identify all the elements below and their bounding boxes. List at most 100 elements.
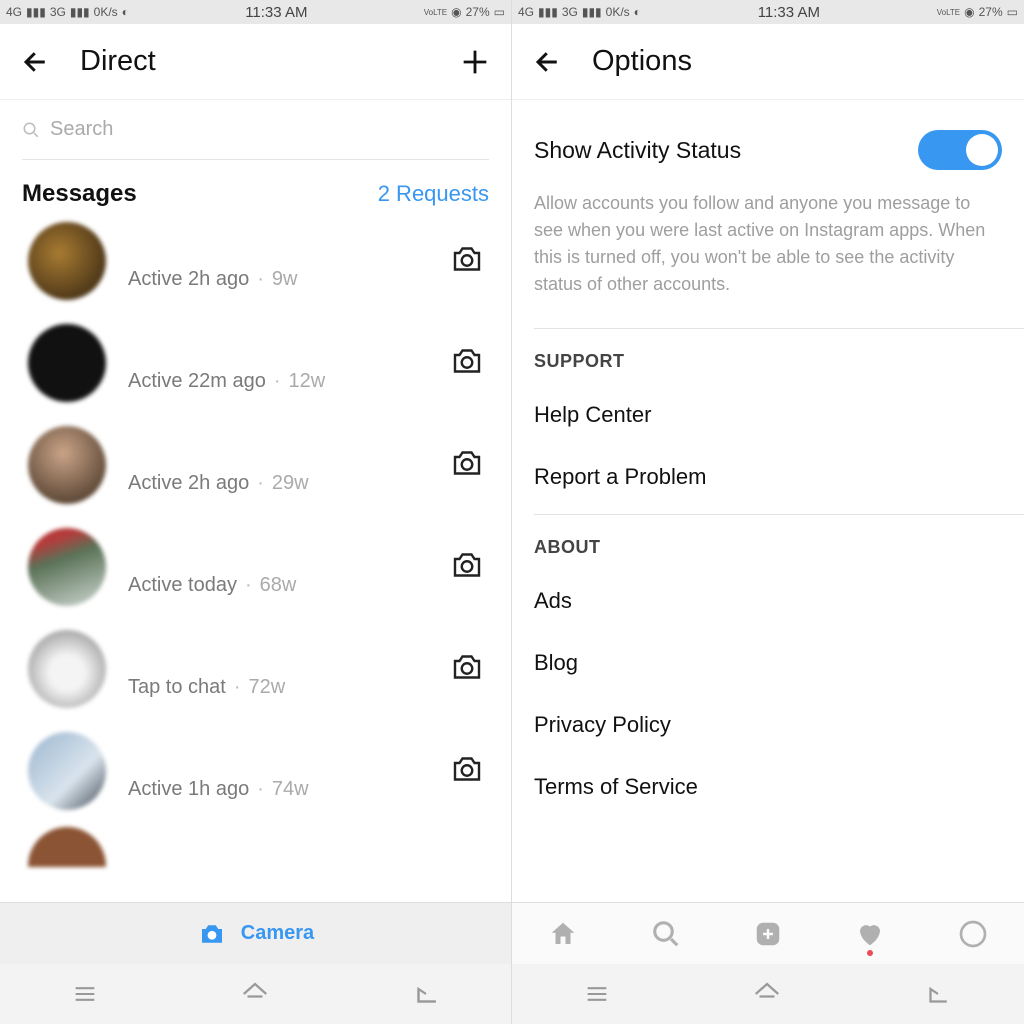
activity-status-row[interactable]: Show Activity Status [512, 110, 1024, 190]
avatar[interactable] [28, 528, 106, 606]
network-4g-label: 4G [6, 5, 22, 19]
sync-icon: ◐ [634, 5, 641, 19]
search-tab[interactable] [648, 916, 684, 952]
battery-icon: ▭ [494, 5, 505, 19]
network-4g-label: 4G [518, 5, 534, 19]
compose-button[interactable] [457, 44, 493, 80]
activity-status: Active 22m ago [128, 370, 266, 393]
about-heading: ABOUT [512, 515, 1024, 570]
camera-filled-icon [197, 919, 227, 949]
activity-status: Active 2h ago [128, 268, 249, 291]
ads-item[interactable]: Ads [512, 570, 1024, 632]
camera-icon[interactable] [449, 343, 489, 383]
requests-link[interactable]: 2 Requests [378, 181, 489, 207]
direct-screen: 4G ▮▮▮ 3G ▮▮▮ 0K/s ◐ 11:33 AM VoLTE ◉ 27… [0, 0, 512, 1024]
recent-apps-button[interactable] [583, 980, 611, 1008]
options-list[interactable]: Show Activity Status Allow accounts you … [512, 100, 1024, 1024]
status-bar: 4G ▮▮▮ 3G ▮▮▮ 0K/s ◐ 11:33 AM VoLTE ◉ 27… [512, 0, 1024, 24]
notification-dot-icon [867, 950, 873, 956]
net-speed: 0K/s [606, 5, 630, 19]
back-nav-button[interactable] [411, 979, 441, 1009]
status-bar: 4G ▮▮▮ 3G ▮▮▮ 0K/s ◐ 11:33 AM VoLTE ◉ 27… [0, 0, 511, 24]
network-3g-label: 3G [50, 5, 66, 19]
avatar[interactable] [28, 426, 106, 504]
camera-icon[interactable] [449, 751, 489, 791]
net-speed: 0K/s [94, 5, 118, 19]
android-nav [0, 964, 511, 1024]
message-row[interactable]: Active today·68w [0, 516, 511, 618]
activity-status: Tap to chat [128, 676, 226, 699]
timestamp: 74w [272, 778, 309, 801]
activity-tab[interactable] [852, 916, 888, 952]
timestamp: 12w [289, 370, 326, 393]
activity-status-desc: Allow accounts you follow and anyone you… [512, 190, 1024, 322]
home-tab[interactable] [545, 916, 581, 952]
search-bar[interactable]: Search [0, 100, 511, 170]
timestamp: 68w [260, 574, 297, 597]
home-button[interactable] [240, 979, 270, 1009]
page-title: Direct [80, 45, 156, 78]
back-nav-button[interactable] [923, 979, 953, 1009]
message-row[interactable]: Tap to chat·72w [0, 618, 511, 720]
options-header: Options [512, 24, 1024, 100]
avatar[interactable] [28, 222, 106, 300]
sync-icon: ◐ [122, 5, 129, 19]
message-row[interactable]: Active 2h ago·9w [0, 210, 511, 312]
timestamp: 9w [272, 268, 298, 291]
timestamp: 72w [249, 676, 286, 699]
camera-icon[interactable] [449, 241, 489, 281]
avatar[interactable] [28, 827, 106, 867]
signal-icon: ▮▮▮ [26, 5, 46, 19]
report-problem-item[interactable]: Report a Problem [512, 446, 1024, 508]
help-center-item[interactable]: Help Center [512, 384, 1024, 446]
activity-status: Active 1h ago [128, 778, 249, 801]
privacy-policy-item[interactable]: Privacy Policy [512, 694, 1024, 756]
search-placeholder: Search [50, 118, 113, 141]
camera-icon[interactable] [449, 445, 489, 485]
network-3g-label: 3G [562, 5, 578, 19]
message-row[interactable]: Active 1h ago·74w [0, 720, 511, 822]
signal-icon: ▮▮▮ [70, 5, 90, 19]
recent-apps-button[interactable] [71, 980, 99, 1008]
messages-section-header: Messages 2 Requests [0, 170, 511, 210]
avatar[interactable] [28, 630, 106, 708]
search-icon [22, 121, 40, 139]
battery-icon: ▭ [1007, 5, 1018, 19]
page-title: Options [592, 45, 692, 78]
clock: 11:33 AM [641, 4, 937, 21]
android-nav [512, 964, 1024, 1024]
support-heading: SUPPORT [512, 329, 1024, 384]
battery-pct: 27% [466, 5, 490, 19]
wifi-icon: ◉ [964, 5, 974, 19]
message-row[interactable] [0, 822, 511, 872]
back-button[interactable] [530, 44, 566, 80]
bottom-tab-bar [512, 902, 1024, 964]
camera-label: Camera [241, 922, 314, 945]
profile-tab[interactable] [955, 916, 991, 952]
avatar[interactable] [28, 324, 106, 402]
direct-header: Direct [0, 24, 511, 100]
camera-icon[interactable] [449, 649, 489, 689]
battery-pct: 27% [979, 5, 1003, 19]
volte-icon: VoLTE [424, 8, 447, 17]
signal-icon: ▮▮▮ [538, 5, 558, 19]
signal-icon: ▮▮▮ [582, 5, 602, 19]
activity-status: Active 2h ago [128, 472, 249, 495]
clock: 11:33 AM [129, 4, 424, 21]
options-screen: 4G ▮▮▮ 3G ▮▮▮ 0K/s ◐ 11:33 AM VoLTE ◉ 27… [512, 0, 1024, 1024]
message-row[interactable]: Active 22m ago·12w [0, 312, 511, 414]
camera-footer[interactable]: Camera [0, 902, 511, 964]
activity-status-toggle[interactable] [918, 130, 1002, 170]
back-button[interactable] [18, 44, 54, 80]
wifi-icon: ◉ [451, 5, 461, 19]
camera-icon[interactable] [449, 547, 489, 587]
terms-of-service-item[interactable]: Terms of Service [512, 756, 1024, 818]
message-row[interactable]: Active 2h ago·29w [0, 414, 511, 516]
new-post-tab[interactable] [750, 916, 786, 952]
avatar[interactable] [28, 732, 106, 810]
home-button[interactable] [752, 979, 782, 1009]
timestamp: 29w [272, 472, 309, 495]
messages-heading: Messages [22, 180, 137, 208]
blog-item[interactable]: Blog [512, 632, 1024, 694]
activity-status: Active today [128, 574, 237, 597]
